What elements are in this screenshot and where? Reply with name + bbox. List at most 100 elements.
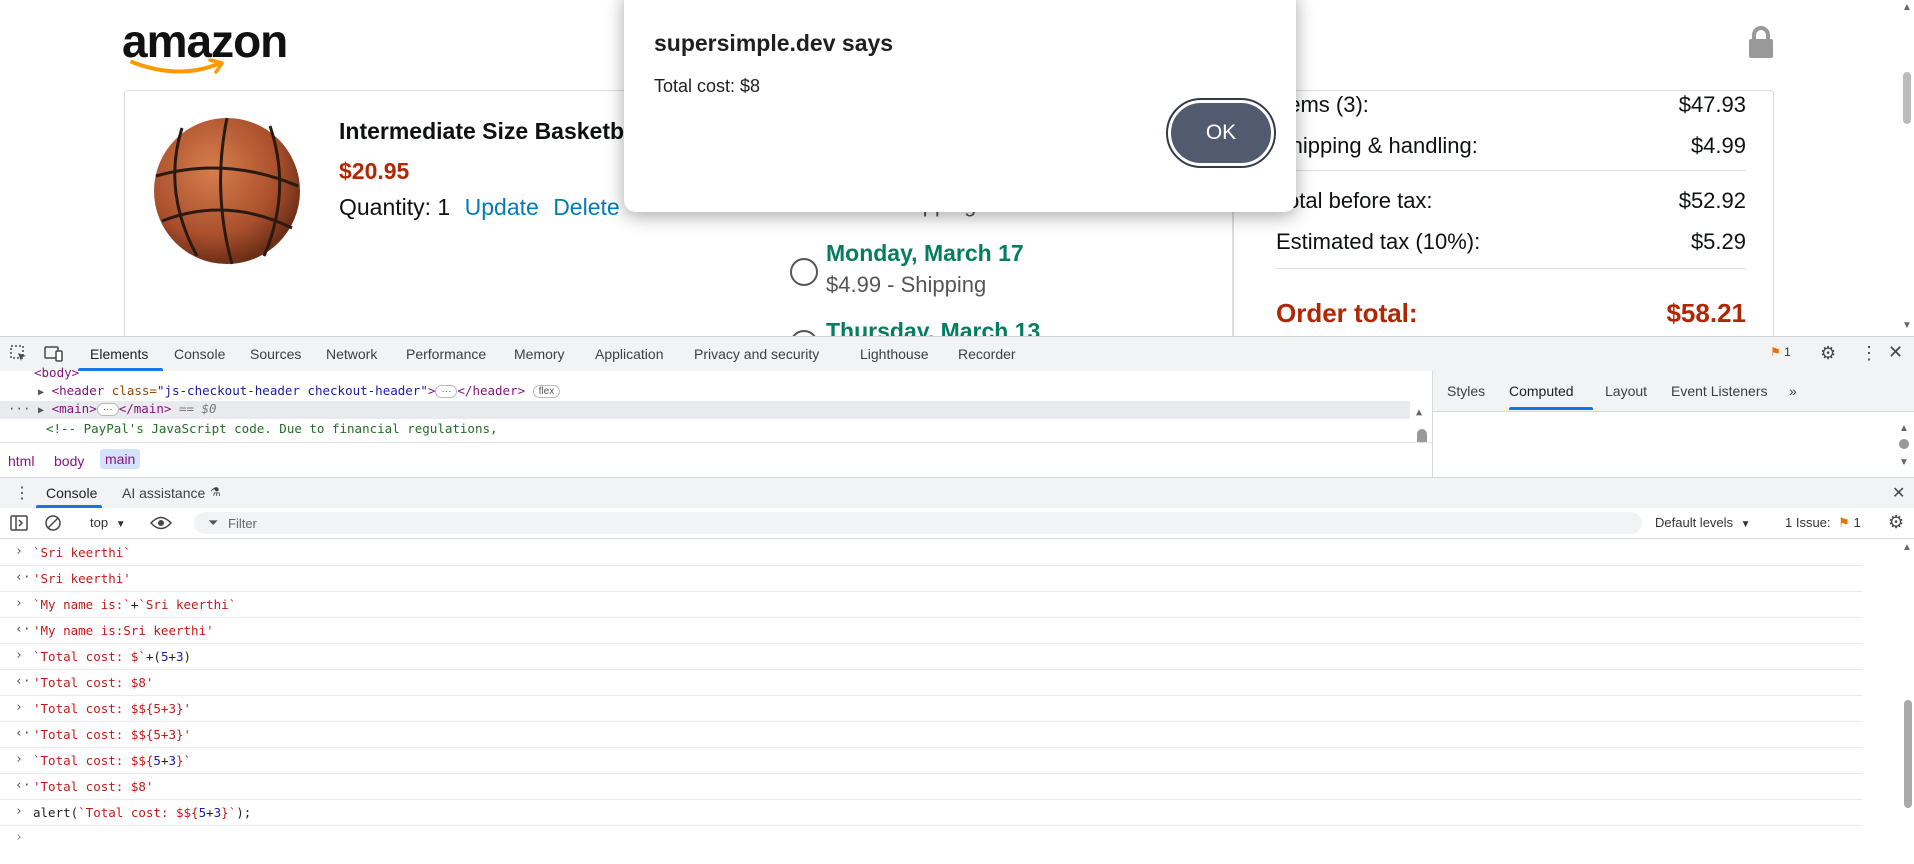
page-scrollbar[interactable] — [1903, 72, 1911, 124]
tab-lighthouse[interactable]: Lighthouse — [860, 346, 929, 362]
sidebar-toggle-icon[interactable] — [10, 515, 28, 531]
summary-value: $4.99 — [1690, 133, 1746, 158]
shipping-radio-monday[interactable] — [790, 258, 818, 286]
clear-console-icon[interactable] — [44, 514, 62, 532]
devtools-panel: Elements Console Sources Network Perform… — [0, 336, 1914, 863]
product-price: $20.95 — [339, 158, 410, 184]
console-scrollbar[interactable] — [1904, 700, 1912, 808]
close-devtools-icon[interactable]: ✕ — [1888, 342, 1903, 363]
scroll-up-arrow-icon[interactable]: ▲ — [1416, 407, 1422, 418]
ok-button[interactable]: OK — [1166, 98, 1276, 168]
tree-node-body[interactable]: <body> — [34, 365, 79, 380]
tab-privacy-security[interactable]: Privacy and security — [694, 346, 819, 362]
tab-performance[interactable]: Performance — [406, 346, 486, 362]
scroll-up-arrow-icon[interactable]: ▲ — [1899, 423, 1909, 434]
console-prompt[interactable]: › — [0, 825, 1862, 851]
drawer-tab-ai-assistance[interactable]: AI assistance — [122, 485, 205, 501]
scroll-down-arrow-icon[interactable]: ▼ — [1902, 320, 1912, 331]
expand-arrow-icon[interactable]: ▶ — [38, 387, 44, 398]
settings-gear-icon[interactable]: ⚙ — [1820, 343, 1836, 364]
tab-application[interactable]: Application — [595, 346, 664, 362]
output-chevron-icon: ‹· — [15, 570, 31, 585]
drawer-menu-icon[interactable]: ⋮ — [14, 483, 30, 503]
tree-node-comment[interactable]: <!-- PayPal's JavaScript code. Due to fi… — [46, 421, 498, 436]
alert-dialog: supersimple.dev says Total cost: $8 OK — [624, 0, 1296, 212]
order-total-value: $58.21 — [1666, 298, 1746, 328]
breadcrumb-body[interactable]: body — [54, 453, 84, 469]
issues-label: 1 Issue: — [1785, 515, 1831, 530]
console-entry-output[interactable]: ‹· 'Total cost: $8' — [0, 773, 1862, 800]
tab-network[interactable]: Network — [326, 346, 377, 362]
flex-badge[interactable]: flex — [532, 385, 561, 398]
more-tabs-chevron-icon[interactable]: » — [1789, 383, 1797, 399]
tab-recorder[interactable]: Recorder — [958, 346, 1016, 362]
console-entry-input[interactable]: › `My name is:`+`Sri keerthi` — [0, 591, 1862, 618]
console-toolbar: top ▼ ⏷ Filter Default levels ▼ 1 Issue:… — [0, 508, 1914, 539]
tab-console[interactable]: Console — [174, 346, 225, 362]
expand-arrow-icon[interactable]: ▶ — [38, 405, 44, 416]
scroll-down-arrow-icon[interactable]: ▼ — [1899, 457, 1909, 468]
breadcrumb-main[interactable]: main — [100, 449, 141, 469]
scroll-up-arrow-icon[interactable]: ▲ — [1902, 542, 1912, 553]
shipping-date-thursday: Thursday, March 13 — [826, 318, 1041, 336]
console-entry-input[interactable]: › 'Total cost: $${5+3}' — [0, 695, 1862, 722]
console-entry-output[interactable]: ‹· 'My name is:Sri keerthi' — [0, 617, 1862, 644]
summary-label: Total before tax: — [1276, 188, 1433, 213]
console-entry-output[interactable]: ‹· 'Sri keerthi' — [0, 565, 1862, 592]
node-actions-icon[interactable]: ··· — [8, 401, 31, 416]
scroll-up-arrow-icon[interactable]: ▲ — [1902, 2, 1912, 13]
more-options-icon[interactable]: ⋮ — [1860, 343, 1878, 364]
drawer-tab-bar: ⋮ Console AI assistance ⚗ ✕ — [0, 478, 1914, 509]
side-scroll-thumb[interactable] — [1899, 439, 1909, 449]
context-value: top — [90, 515, 109, 530]
output-chevron-icon: ‹· — [15, 622, 31, 637]
console-entry-input[interactable]: › `Sri keerthi` — [0, 539, 1862, 566]
tab-sources[interactable]: Sources — [250, 346, 301, 362]
drawer-tab-console[interactable]: Console — [46, 485, 97, 501]
styles-side-panel: Styles Computed Layout Event Listeners »… — [1432, 371, 1914, 502]
dropdown-arrow-icon: ▼ — [115, 519, 126, 530]
close-drawer-icon[interactable]: ✕ — [1892, 483, 1905, 503]
flag-icon: ⚑ — [1838, 515, 1850, 530]
console-filter-input[interactable]: ⏷ Filter — [194, 512, 1642, 534]
breadcrumb-html[interactable]: html — [8, 453, 34, 469]
dialog-message: Total cost: $8 — [654, 76, 761, 96]
output-chevron-icon: ‹· — [15, 778, 31, 793]
console-issues-button[interactable]: 1 Issue: ⚑ 1 — [1785, 515, 1861, 531]
console-settings-gear-icon[interactable]: ⚙ — [1888, 512, 1904, 533]
tab-event-listeners[interactable]: Event Listeners — [1671, 383, 1768, 399]
summary-value: $52.92 — [1678, 188, 1746, 213]
order-total-label: Order total: — [1276, 298, 1418, 328]
tab-computed[interactable]: Computed — [1509, 383, 1574, 399]
console-entry-input[interactable]: › `Total cost: $${5+3}` — [0, 747, 1862, 774]
log-levels-dropdown[interactable]: Default levels ▼ — [1655, 515, 1751, 530]
input-chevron-icon: › — [15, 804, 23, 819]
ellipsis-pill[interactable]: ··· — [96, 403, 119, 416]
console-entry-output[interactable]: ‹· 'Total cost: $${5+3}' — [0, 721, 1862, 748]
tab-elements[interactable]: Elements — [90, 346, 148, 362]
console-log: › `Sri keerthi` ‹· 'Sri keerthi' › `My n… — [0, 539, 1896, 864]
console-entry-input[interactable]: › `Total cost: $`+(5+3) — [0, 643, 1862, 670]
tree-node-header[interactable]: ▶ <header class="js-checkout-header chec… — [38, 383, 561, 398]
context-selector[interactable]: top ▼ — [90, 515, 126, 530]
dropdown-arrow-icon: ▼ — [1740, 519, 1751, 530]
update-link[interactable]: Update — [465, 194, 539, 220]
ellipsis-pill[interactable]: ··· — [435, 385, 458, 398]
console-entry-input[interactable]: › alert(`Total cost: $${5+3}`); — [0, 799, 1862, 826]
lock-icon — [1749, 26, 1773, 58]
summary-row-tax: Estimated tax (10%): $5.29 — [1276, 229, 1746, 255]
prompt-chevron-icon: › — [15, 830, 23, 845]
inspect-element-icon[interactable] — [10, 345, 28, 363]
issues-counter[interactable]: ⚑ 1 — [1770, 345, 1791, 359]
delete-link[interactable]: Delete — [553, 194, 619, 220]
tab-layout[interactable]: Layout — [1605, 383, 1647, 399]
tree-node-main-selected[interactable]: ··· ▶ <main> ··· </main> == $0 — [0, 401, 1410, 419]
active-side-tab-indicator — [1509, 407, 1593, 410]
live-expression-eye-icon[interactable] — [150, 516, 172, 530]
console-entry-output[interactable]: ‹· 'Total cost: $8' — [0, 669, 1862, 696]
summary-divider — [1276, 268, 1746, 269]
tab-styles[interactable]: Styles — [1447, 383, 1485, 399]
filter-funnel-icon: ⏷ — [208, 515, 219, 530]
device-toolbar-icon[interactable] — [44, 345, 64, 363]
tab-memory[interactable]: Memory — [514, 346, 565, 362]
